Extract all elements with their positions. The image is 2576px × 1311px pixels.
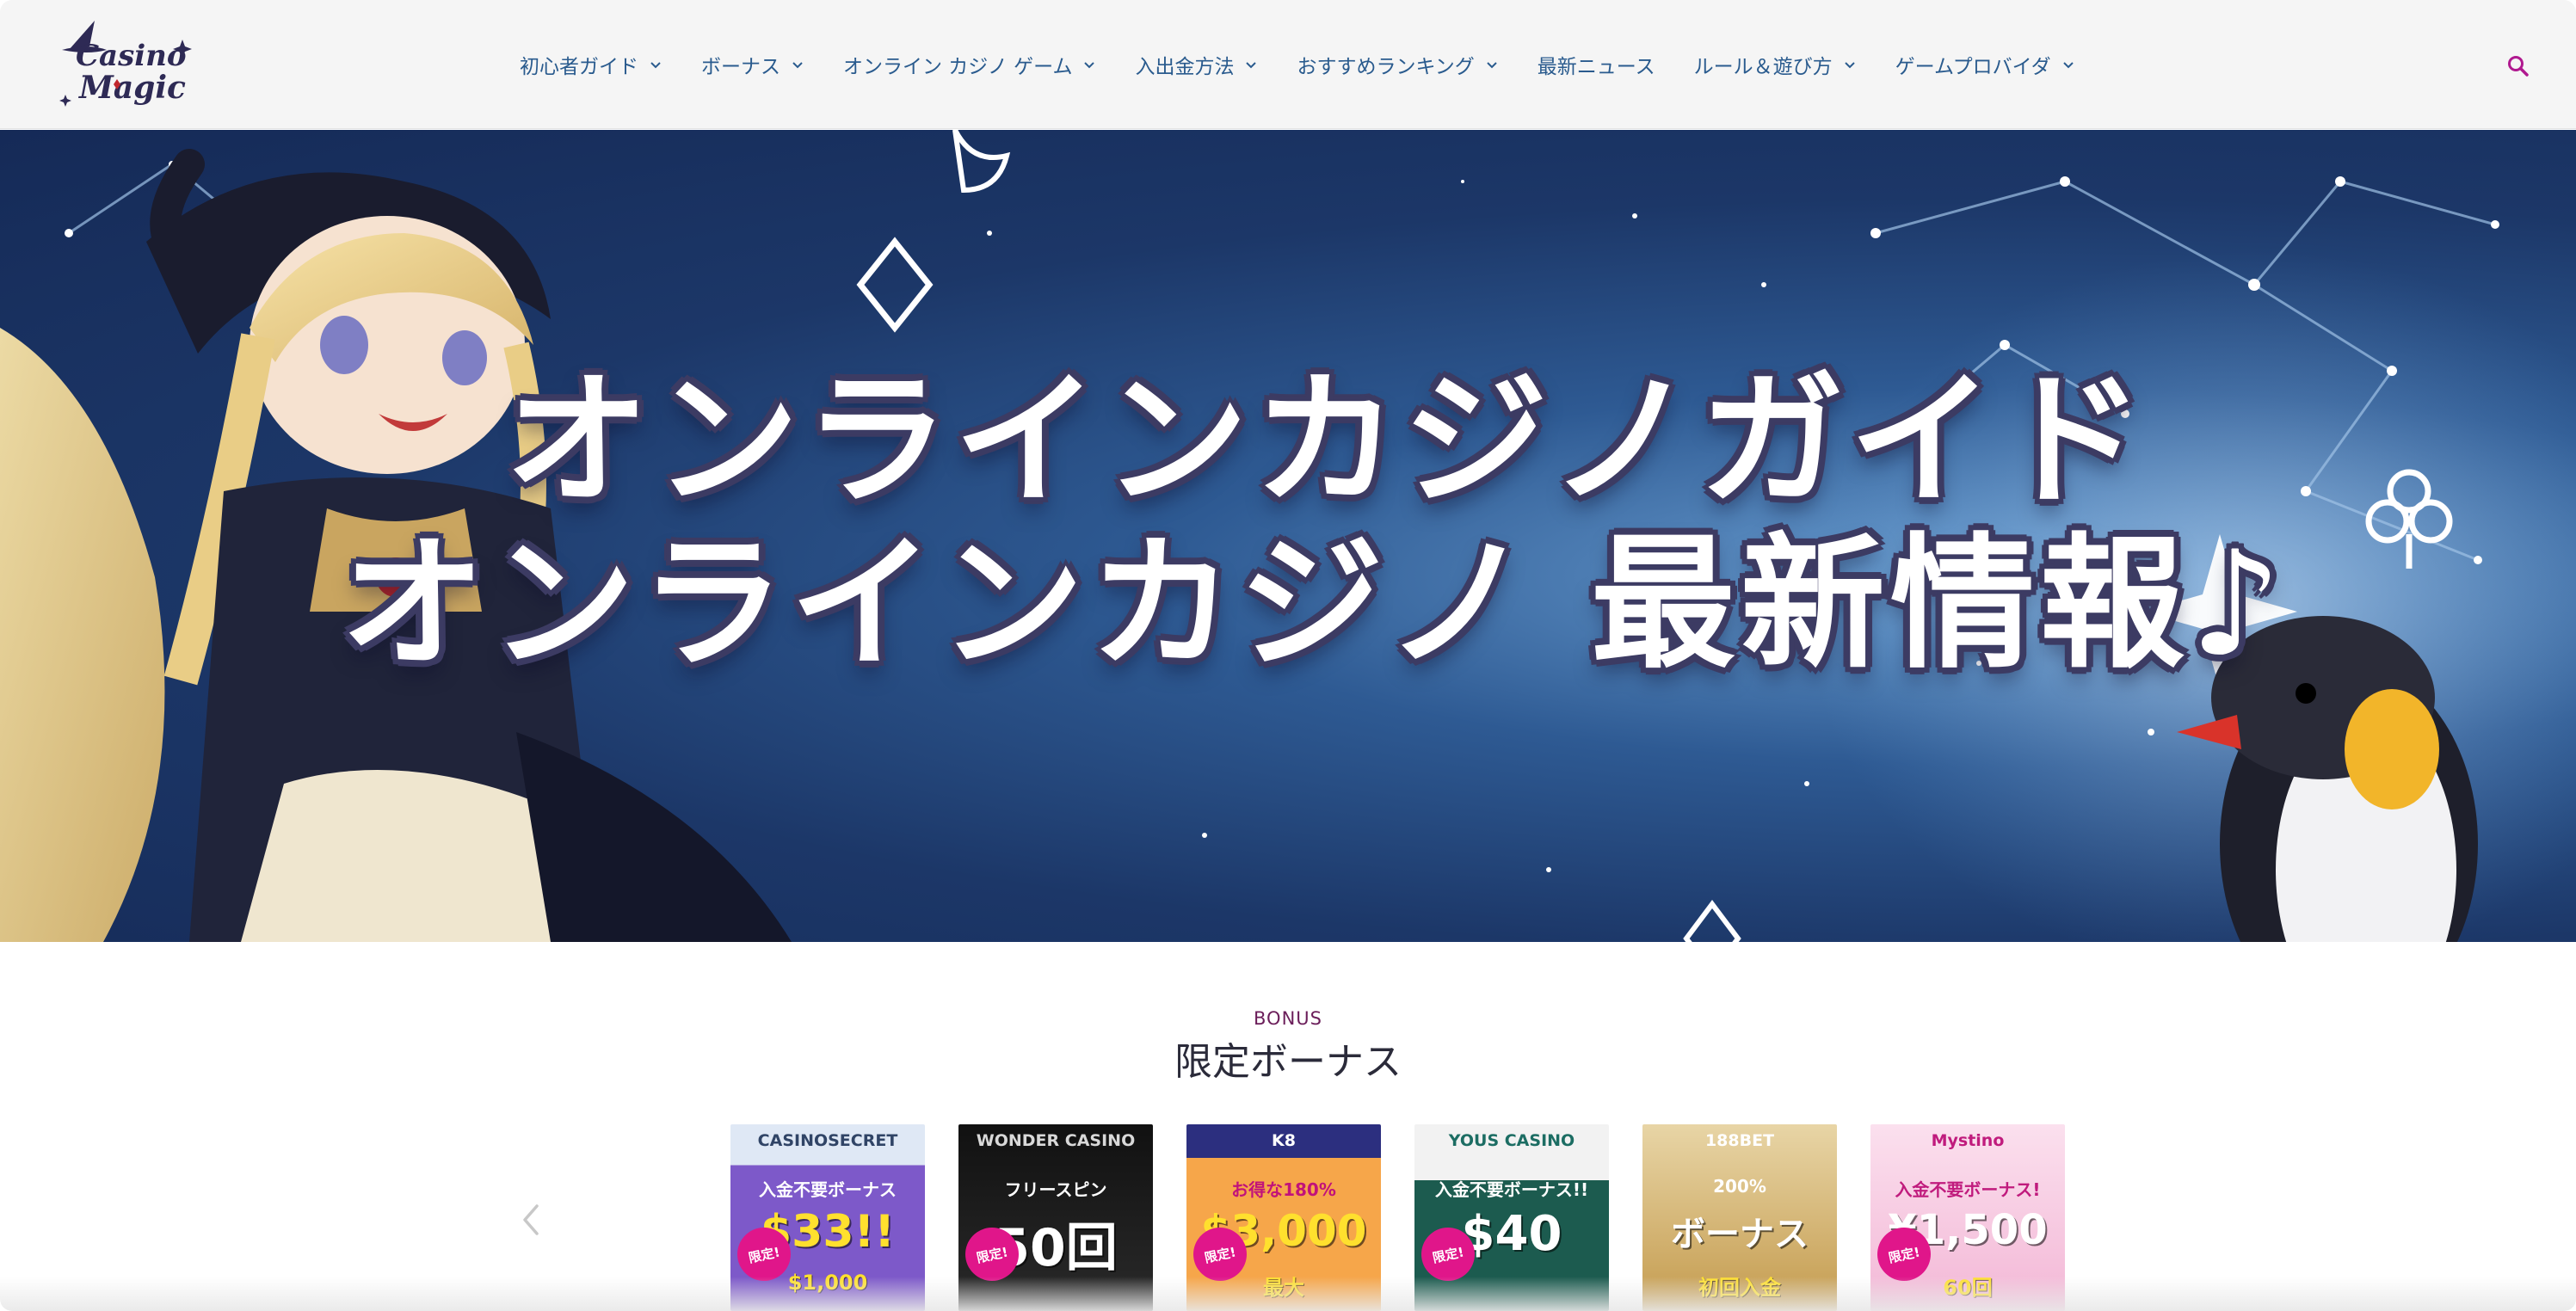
nav-item-label: 入出金方法 — [1135, 56, 1235, 78]
chevron-down-icon — [650, 62, 661, 69]
chevron-down-icon — [1084, 62, 1095, 69]
logo-text-casino: Casino — [76, 39, 187, 73]
nav-item-7[interactable]: ルール＆遊び方 — [1694, 45, 1857, 84]
bonus-card-headline: 入金不要ボーナス! — [1895, 1179, 2041, 1200]
nav-item-label: オンライン カジノ ゲーム — [843, 56, 1073, 78]
bonus-card-brand: 188BET — [1704, 1131, 1775, 1150]
chevron-left-icon[interactable] — [520, 1203, 542, 1237]
chevron-down-icon — [1487, 62, 1497, 69]
bonus-card[interactable]: CASINOSECRET 入金不要ボーナス $33!! $1,000 限定! — [730, 1124, 925, 1311]
nav-item-label: おすすめランキング — [1297, 56, 1475, 78]
bonus-eyebrow: BONUS — [1254, 1008, 1322, 1029]
chevron-down-icon — [1246, 62, 1257, 69]
bonus-card-brand: CASINOSECRET — [757, 1131, 898, 1150]
logo-text-magic: Magic — [77, 70, 186, 106]
bonus-card-headline: お得な180% — [1231, 1179, 1336, 1200]
bonus-card-headline: フリースピン — [1004, 1179, 1107, 1200]
chevron-down-icon — [1844, 62, 1855, 69]
nav-item-6[interactable]: 最新ニュース — [1538, 45, 1655, 84]
bonus-card-brand: YOUS CASINO — [1448, 1131, 1575, 1150]
bonus-card[interactable]: K8 お得な180% $3,000 最大 限定! — [1186, 1124, 1381, 1311]
nav-item-8[interactable]: ゲームプロバイダ — [1895, 45, 2075, 84]
nav-item-label: ゲームプロバイダ — [1895, 56, 2051, 78]
bonus-section-title: 限定ボーナス — [1174, 1040, 1402, 1084]
bonus-card-brand: WONDER CASINO — [976, 1131, 1136, 1150]
logo-image: Casino Magic — [59, 21, 192, 107]
bonus-card[interactable]: Mystino 入金不要ボーナス! ¥1,500 60回 限定! — [1870, 1124, 2065, 1311]
bonus-card-subtext: 初回入金 — [1698, 1276, 1781, 1300]
nav-item-5[interactable]: おすすめランキング — [1297, 45, 1498, 84]
page: Casino Magic 初心者ガイド ボーナス オンライン カジノ ゲーム 入出金方… — [0, 0, 2576, 1311]
search-icon[interactable] — [2505, 53, 2531, 79]
bonus-card-brand: K8 — [1272, 1131, 1296, 1150]
nav-item-3[interactable]: オンライン カジノ ゲーム — [843, 45, 1096, 84]
chevron-down-icon — [2062, 62, 2074, 69]
nav-item-label: 最新ニュース — [1537, 56, 1655, 78]
casino-magic-logo[interactable]: Casino Magic — [53, 15, 200, 112]
bonus-card-headline: 入金不要ボーナス!! — [1434, 1179, 1589, 1200]
nav-item-label: ボーナス — [701, 56, 780, 78]
site-header: Casino Magic 初心者ガイド ボーナス オンライン カジノ ゲーム 入出金方… — [0, 0, 2576, 129]
nav-item-label: ルール＆遊び方 — [1693, 56, 1833, 78]
bonus-card-amount: ボーナス — [1671, 1215, 1809, 1254]
bonus-card-headline: 200% — [1713, 1176, 1766, 1197]
bonus-card-brand: Mystino — [1931, 1131, 2005, 1150]
bonus-card-headline: 入金不要ボーナス — [759, 1179, 897, 1200]
bonus-card[interactable]: YOUS CASINO 入金不要ボーナス!! $40 限定! — [1414, 1124, 1609, 1311]
chevron-down-icon — [792, 62, 803, 69]
nav-item-2[interactable]: ボーナス — [701, 45, 804, 84]
hero-headline-2: オンラインカジノ 最新情報♪ — [340, 520, 2288, 688]
bonus-card[interactable]: WONDER CASINO フリースピン 50回 限定! — [958, 1124, 1153, 1311]
nav-item-label: 初心者ガイド — [520, 56, 638, 78]
hero-banner[interactable]: オンラインカジノガイド オンラインカジノ 最新情報♪ — [0, 130, 2576, 942]
bonus-card[interactable]: 188BET 200% ボーナス初回入金 — [1642, 1124, 1837, 1311]
main-nav: 初心者ガイド ボーナス オンライン カジノ ゲーム 入出金方法 おすすめランキング 最新ニ… — [520, 45, 2075, 84]
nav-item-4[interactable]: 入出金方法 — [1135, 45, 1258, 84]
nav-item-1[interactable]: 初心者ガイド — [520, 45, 662, 84]
